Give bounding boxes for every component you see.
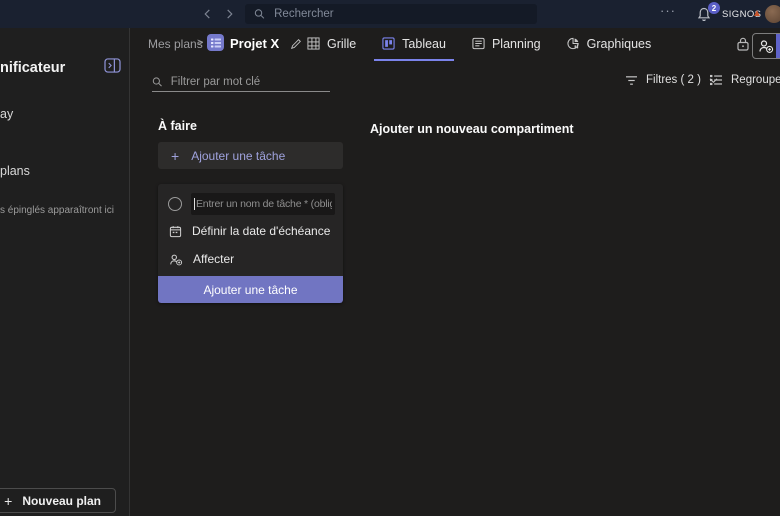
- plus-icon: +: [4, 493, 12, 509]
- tab-label: Tableau: [402, 37, 446, 51]
- new-task-card: Définir la date d'échéance Affecter Ajou…: [158, 184, 343, 303]
- add-member-button[interactable]: [752, 33, 780, 59]
- back-button[interactable]: [200, 7, 214, 21]
- filters-label: Filtres ( 2 ): [646, 74, 701, 86]
- tab-graphiques[interactable]: Graphiques: [559, 28, 660, 61]
- search-input[interactable]: [274, 8, 528, 20]
- main-content: Mes plans > Projet X Grille: [131, 28, 780, 516]
- person-add-icon: [758, 39, 774, 53]
- notification-badge: 2: [708, 2, 720, 14]
- global-search[interactable]: [245, 4, 537, 24]
- sidebar-item-my-day[interactable]: ay: [0, 107, 13, 121]
- breadcrumb-mes-plans[interactable]: Mes plans: [148, 37, 203, 51]
- breadcrumb-separator: >: [197, 37, 203, 49]
- planner-sidebar: nificateur ay plans s épinglés apparaîtr…: [0, 28, 130, 516]
- top-bar: ··· 2 SIGNOS ▲: [0, 0, 780, 28]
- calendar-icon: [169, 225, 182, 238]
- chevron-right-icon: [225, 8, 234, 20]
- set-due-date-row[interactable]: Définir la date d'échéance: [158, 221, 343, 241]
- search-icon: [152, 76, 163, 88]
- new-plan-button[interactable]: + Nouveau plan: [0, 488, 116, 513]
- forward-button[interactable]: [222, 7, 236, 21]
- popout-icon[interactable]: [104, 58, 121, 78]
- group-by-label: Regrouper pa: [731, 74, 780, 86]
- filter-icon: [625, 75, 638, 86]
- lock-icon[interactable]: [736, 36, 750, 57]
- plan-icon: [207, 34, 224, 51]
- plan-header: Mes plans > Projet X Grille: [131, 28, 780, 61]
- plus-icon: +: [171, 148, 179, 164]
- pinned-plans-hint: s épinglés apparaîtront ici: [0, 205, 114, 216]
- keyword-filter[interactable]: [152, 73, 330, 92]
- task-name-input[interactable]: [196, 198, 332, 210]
- person-add-icon: [169, 253, 183, 266]
- add-task-button[interactable]: + Ajouter une tâche: [158, 142, 343, 169]
- grid-icon: [307, 37, 320, 50]
- assign-label: Affecter: [193, 252, 234, 266]
- tab-label: Graphiques: [587, 37, 652, 51]
- avatar[interactable]: [765, 5, 780, 23]
- notifications-button[interactable]: 2: [696, 6, 716, 24]
- group-by-dropdown[interactable]: Regrouper pa: [709, 74, 780, 86]
- chevron-left-icon: [203, 8, 212, 20]
- add-bucket-button[interactable]: Ajouter un nouveau compartiment: [370, 122, 574, 136]
- tab-planning[interactable]: Planning: [464, 28, 549, 61]
- plan-title[interactable]: Projet X: [230, 36, 279, 51]
- tab-label: Planning: [492, 37, 541, 51]
- warning-icon[interactable]: ▲: [752, 8, 762, 19]
- app-window: ··· 2 SIGNOS ▲ nificateur ay plans s épi…: [0, 0, 780, 516]
- group-by-icon: [709, 74, 723, 86]
- task-complete-radio[interactable]: [168, 197, 182, 211]
- view-tabs: Grille Tableau Planning: [299, 28, 659, 61]
- tab-grille[interactable]: Grille: [299, 28, 364, 61]
- tab-tableau[interactable]: Tableau: [374, 28, 454, 61]
- app-title: nificateur: [0, 60, 65, 76]
- new-plan-label: Nouveau plan: [22, 494, 101, 508]
- sidebar-item-my-plans[interactable]: plans: [0, 164, 30, 178]
- assign-row[interactable]: Affecter: [158, 249, 343, 269]
- schedule-icon: [472, 37, 485, 50]
- more-options-button[interactable]: ···: [660, 3, 676, 18]
- add-task-label: Ajouter une tâche: [191, 149, 285, 163]
- board-icon: [382, 37, 395, 50]
- pie-chart-icon: [567, 37, 580, 50]
- bucket-title: À faire: [158, 119, 197, 133]
- text-caret: [194, 198, 195, 210]
- search-icon: [254, 8, 265, 20]
- members-button-fragment: [776, 34, 780, 58]
- set-due-date-label: Définir la date d'échéance: [192, 224, 330, 238]
- tab-label: Grille: [327, 37, 356, 51]
- filter-input[interactable]: [171, 76, 330, 88]
- task-name-field[interactable]: [191, 193, 335, 215]
- submit-task-button[interactable]: Ajouter une tâche: [158, 276, 343, 303]
- filters-dropdown[interactable]: Filtres ( 2 ): [625, 74, 718, 86]
